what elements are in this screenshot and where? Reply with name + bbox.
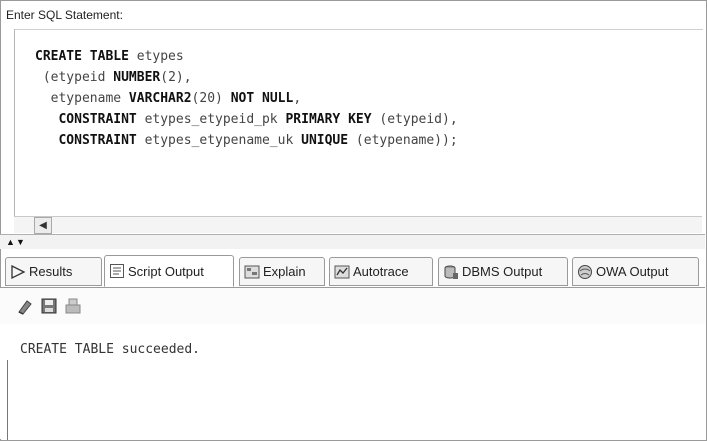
script-document-icon [109, 263, 125, 279]
collapse-up-arrow-icon[interactable]: ▲ [6, 235, 15, 249]
tab-label: DBMS Output [462, 264, 543, 279]
editor-horizontal-scrollbar[interactable]: ◀ [14, 216, 702, 234]
sql-keyword: UNIQUE [301, 133, 349, 148]
enter-sql-label: Enter SQL Statement: [6, 8, 123, 22]
owa-globe-icon [577, 264, 593, 280]
output-message: CREATE TABLE succeeded. [20, 342, 201, 357]
tab-explain[interactable]: Explain [239, 257, 325, 286]
tab-results[interactable]: Results [5, 257, 102, 286]
tab-dbms-output[interactable]: DBMS Output [438, 257, 568, 286]
script-output-area[interactable]: CREATE TABLE succeeded. [0, 324, 705, 439]
tab-label: Results [29, 264, 73, 279]
tab-label: Script Output [128, 263, 204, 279]
tab-script-output[interactable]: Script Output [104, 255, 234, 287]
play-triangle-icon [10, 264, 26, 280]
sql-line: CONSTRAINT etypes_etypeid_pk PRIMARY KEY… [35, 109, 458, 130]
sql-text: (etypeid), [371, 112, 458, 127]
sql-text: etypes_etypename_uk [136, 133, 302, 148]
eraser-icon[interactable] [16, 297, 34, 315]
sql-keyword: PRIMARY KEY [285, 112, 372, 127]
autotrace-icon [334, 264, 350, 280]
save-disk-icon[interactable] [40, 297, 58, 315]
tab-label: Autotrace [353, 264, 409, 279]
tab-autotrace[interactable]: Autotrace [329, 257, 433, 286]
output-tabs: Results Script Output Explain Autotrace … [0, 253, 705, 287]
sql-text: (20) [191, 91, 231, 106]
dbms-output-icon [443, 264, 459, 280]
sql-keyword: VARCHAR2 [128, 91, 192, 106]
sql-keyword: CONSTRAINT [35, 133, 137, 148]
collapse-down-arrow-icon[interactable]: ▼ [16, 235, 25, 249]
tab-owa-output[interactable]: OWA Output [572, 257, 699, 286]
scroll-left-button[interactable]: ◀ [34, 217, 52, 234]
output-toolbar [0, 287, 705, 325]
sql-text: etypename [35, 91, 129, 106]
sql-editor[interactable]: CREATE TABLE etypes (etypeid NUMBER(2), … [14, 29, 703, 233]
output-left-border [7, 360, 8, 440]
sql-keyword: NOT NULL [230, 91, 294, 106]
pane-splitter[interactable]: ▲ ▼ [0, 234, 705, 249]
sql-line: (etypeid NUMBER(2), [35, 67, 458, 88]
print-icon[interactable] [64, 297, 82, 315]
sql-text: etypes [128, 49, 184, 64]
tab-label: Explain [263, 264, 306, 279]
sql-line: etypename VARCHAR2(20) NOT NULL, [35, 88, 458, 109]
sql-keyword: NUMBER [113, 70, 161, 85]
sql-text: (etypename)); [348, 133, 458, 148]
sql-keyword: CONSTRAINT [35, 112, 137, 127]
sql-code[interactable]: CREATE TABLE etypes (etypeid NUMBER(2), … [35, 46, 458, 151]
sql-text: (2), [160, 70, 192, 85]
sql-text: etypes_etypeid_pk [136, 112, 286, 127]
sql-keyword: CREATE TABLE [35, 49, 129, 64]
sql-line: CONSTRAINT etypes_etypename_uk UNIQUE (e… [35, 130, 458, 151]
sql-text: , [293, 91, 302, 106]
tab-label: OWA Output [596, 264, 669, 279]
explain-plan-icon [244, 264, 260, 280]
sql-text: (etypeid [35, 70, 114, 85]
sql-line: CREATE TABLE etypes [35, 46, 458, 67]
